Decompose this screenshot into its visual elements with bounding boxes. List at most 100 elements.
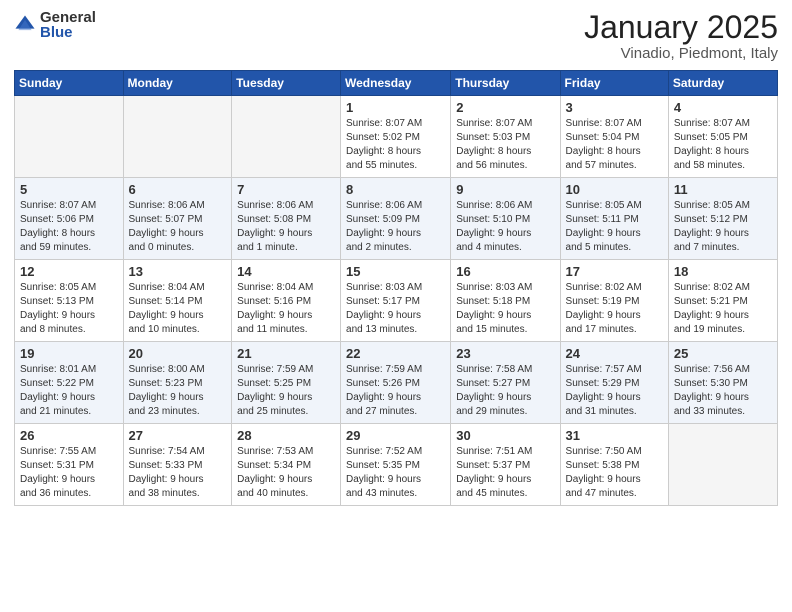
day-number: 17	[566, 264, 663, 279]
day-number: 28	[237, 428, 335, 443]
table-row: 19 Sunrise: 8:01 AM Sunset: 5:22 PM Dayli…	[15, 342, 124, 424]
table-row	[123, 96, 232, 178]
day-number: 9	[456, 182, 554, 197]
logo-general: General	[40, 10, 96, 25]
day-info: Sunrise: 8:05 AM Sunset: 5:12 PM Dayligh…	[674, 199, 772, 255]
col-saturday: Saturday	[668, 71, 777, 96]
day-number: 6	[129, 182, 227, 197]
day-number: 31	[566, 428, 663, 443]
table-row: 3 Sunrise: 8:07 AM Sunset: 5:04 PM Daylig…	[560, 96, 668, 178]
calendar-week-row: 12Sunrise: 8:05 AM Sunset: 5:13 PM Dayli…	[15, 260, 778, 342]
day-info: Sunrise: 8:01 AM Sunset: 5:22 PM Dayligh…	[20, 363, 118, 419]
day-number: 11	[674, 182, 772, 197]
table-row: 26 Sunrise: 7:55 AM Sunset: 5:31 PM Dayli…	[15, 424, 124, 506]
day-number: 16	[456, 264, 554, 279]
table-row: 5Sunrise: 8:07 AM Sunset: 5:06 PM Daylig…	[15, 178, 124, 260]
day-number: 3	[566, 100, 663, 115]
day-info: Sunrise: 8:00 AM Sunset: 5:23 PM Dayligh…	[129, 363, 227, 419]
day-info: Sunrise: 8:06 AM Sunset: 5:07 PM Dayligh…	[129, 199, 227, 255]
day-number: 13	[129, 264, 227, 279]
day-info: Sunrise: 8:07 AM Sunset: 5:04 PM Dayligh…	[566, 117, 663, 173]
day-number: 5	[20, 182, 118, 197]
table-row: 22Sunrise: 7:59 AM Sunset: 5:26 PM Dayli…	[341, 342, 451, 424]
day-info: Sunrise: 8:07 AM Sunset: 5:03 PM Dayligh…	[456, 117, 554, 173]
day-number: 29	[346, 428, 445, 443]
header: General Blue January 2025 Vinadio, Piedm…	[14, 10, 778, 62]
title-block: January 2025 Vinadio, Piedmont, Italy	[584, 10, 778, 62]
day-info: Sunrise: 8:06 AM Sunset: 5:08 PM Dayligh…	[237, 199, 335, 255]
calendar-header-row: Sunday Monday Tuesday Wednesday Thursday…	[15, 71, 778, 96]
table-row: 11 Sunrise: 8:05 AM Sunset: 5:12 PM Dayli…	[668, 178, 777, 260]
day-number: 7	[237, 182, 335, 197]
table-row	[15, 96, 124, 178]
logo-icon	[14, 14, 36, 36]
day-number: 14	[237, 264, 335, 279]
day-info: Sunrise: 8:03 AM Sunset: 5:18 PM Dayligh…	[456, 281, 554, 337]
day-number: 10	[566, 182, 663, 197]
day-number: 4	[674, 100, 772, 115]
page-container: General Blue January 2025 Vinadio, Piedm…	[0, 0, 792, 514]
table-row: 12Sunrise: 8:05 AM Sunset: 5:13 PM Dayli…	[15, 260, 124, 342]
day-info: Sunrise: 7:53 AM Sunset: 5:34 PM Dayligh…	[237, 445, 335, 501]
col-monday: Monday	[123, 71, 232, 96]
table-row: 17 Sunrise: 8:02 AM Sunset: 5:19 PM Dayli…	[560, 260, 668, 342]
day-info: Sunrise: 8:05 AM Sunset: 5:13 PM Dayligh…	[20, 281, 118, 337]
day-info: Sunrise: 8:02 AM Sunset: 5:19 PM Dayligh…	[566, 281, 663, 337]
day-info: Sunrise: 7:55 AM Sunset: 5:31 PM Dayligh…	[20, 445, 118, 501]
table-row: 8Sunrise: 8:06 AM Sunset: 5:09 PM Daylig…	[341, 178, 451, 260]
day-number: 2	[456, 100, 554, 115]
table-row: 20 Sunrise: 8:00 AM Sunset: 5:23 PM Dayli…	[123, 342, 232, 424]
table-row: 9Sunrise: 8:06 AM Sunset: 5:10 PM Daylig…	[451, 178, 560, 260]
day-info: Sunrise: 7:54 AM Sunset: 5:33 PM Dayligh…	[129, 445, 227, 501]
day-info: Sunrise: 8:06 AM Sunset: 5:09 PM Dayligh…	[346, 199, 445, 255]
col-sunday: Sunday	[15, 71, 124, 96]
day-number: 24	[566, 346, 663, 361]
month-title: January 2025	[584, 10, 778, 45]
table-row: 6 Sunrise: 8:06 AM Sunset: 5:07 PM Daylig…	[123, 178, 232, 260]
day-number: 15	[346, 264, 445, 279]
day-info: Sunrise: 7:58 AM Sunset: 5:27 PM Dayligh…	[456, 363, 554, 419]
day-info: Sunrise: 7:51 AM Sunset: 5:37 PM Dayligh…	[456, 445, 554, 501]
day-info: Sunrise: 7:50 AM Sunset: 5:38 PM Dayligh…	[566, 445, 663, 501]
day-number: 22	[346, 346, 445, 361]
day-number: 30	[456, 428, 554, 443]
calendar-table: Sunday Monday Tuesday Wednesday Thursday…	[14, 70, 778, 506]
table-row: 21 Sunrise: 7:59 AM Sunset: 5:25 PM Dayli…	[232, 342, 341, 424]
day-number: 25	[674, 346, 772, 361]
table-row: 13 Sunrise: 8:04 AM Sunset: 5:14 PM Dayli…	[123, 260, 232, 342]
table-row: 1Sunrise: 8:07 AM Sunset: 5:02 PM Daylig…	[341, 96, 451, 178]
day-number: 27	[129, 428, 227, 443]
table-row: 16 Sunrise: 8:03 AM Sunset: 5:18 PM Dayli…	[451, 260, 560, 342]
col-wednesday: Wednesday	[341, 71, 451, 96]
table-row	[668, 424, 777, 506]
day-info: Sunrise: 7:52 AM Sunset: 5:35 PM Dayligh…	[346, 445, 445, 501]
table-row: 10Sunrise: 8:05 AM Sunset: 5:11 PM Dayli…	[560, 178, 668, 260]
day-number: 21	[237, 346, 335, 361]
day-info: Sunrise: 8:04 AM Sunset: 5:16 PM Dayligh…	[237, 281, 335, 337]
day-info: Sunrise: 7:59 AM Sunset: 5:25 PM Dayligh…	[237, 363, 335, 419]
table-row	[232, 96, 341, 178]
day-info: Sunrise: 8:02 AM Sunset: 5:21 PM Dayligh…	[674, 281, 772, 337]
day-number: 26	[20, 428, 118, 443]
col-friday: Friday	[560, 71, 668, 96]
calendar-week-row: 26 Sunrise: 7:55 AM Sunset: 5:31 PM Dayli…	[15, 424, 778, 506]
table-row: 15 Sunrise: 8:03 AM Sunset: 5:17 PM Dayli…	[341, 260, 451, 342]
logo-blue: Blue	[40, 25, 96, 40]
table-row: 31 Sunrise: 7:50 AM Sunset: 5:38 PM Dayli…	[560, 424, 668, 506]
table-row: 7 Sunrise: 8:06 AM Sunset: 5:08 PM Daylig…	[232, 178, 341, 260]
table-row: 4 Sunrise: 8:07 AM Sunset: 5:05 PM Daylig…	[668, 96, 777, 178]
table-row: 28 Sunrise: 7:53 AM Sunset: 5:34 PM Dayli…	[232, 424, 341, 506]
day-info: Sunrise: 8:07 AM Sunset: 5:05 PM Dayligh…	[674, 117, 772, 173]
table-row: 27 Sunrise: 7:54 AM Sunset: 5:33 PM Dayli…	[123, 424, 232, 506]
logo-text: General Blue	[40, 10, 96, 40]
day-info: Sunrise: 7:57 AM Sunset: 5:29 PM Dayligh…	[566, 363, 663, 419]
col-thursday: Thursday	[451, 71, 560, 96]
day-info: Sunrise: 7:56 AM Sunset: 5:30 PM Dayligh…	[674, 363, 772, 419]
table-row: 18Sunrise: 8:02 AM Sunset: 5:21 PM Dayli…	[668, 260, 777, 342]
day-number: 19	[20, 346, 118, 361]
table-row: 25 Sunrise: 7:56 AM Sunset: 5:30 PM Dayli…	[668, 342, 777, 424]
day-number: 20	[129, 346, 227, 361]
table-row: 2 Sunrise: 8:07 AM Sunset: 5:03 PM Daylig…	[451, 96, 560, 178]
day-info: Sunrise: 8:04 AM Sunset: 5:14 PM Dayligh…	[129, 281, 227, 337]
day-info: Sunrise: 8:03 AM Sunset: 5:17 PM Dayligh…	[346, 281, 445, 337]
